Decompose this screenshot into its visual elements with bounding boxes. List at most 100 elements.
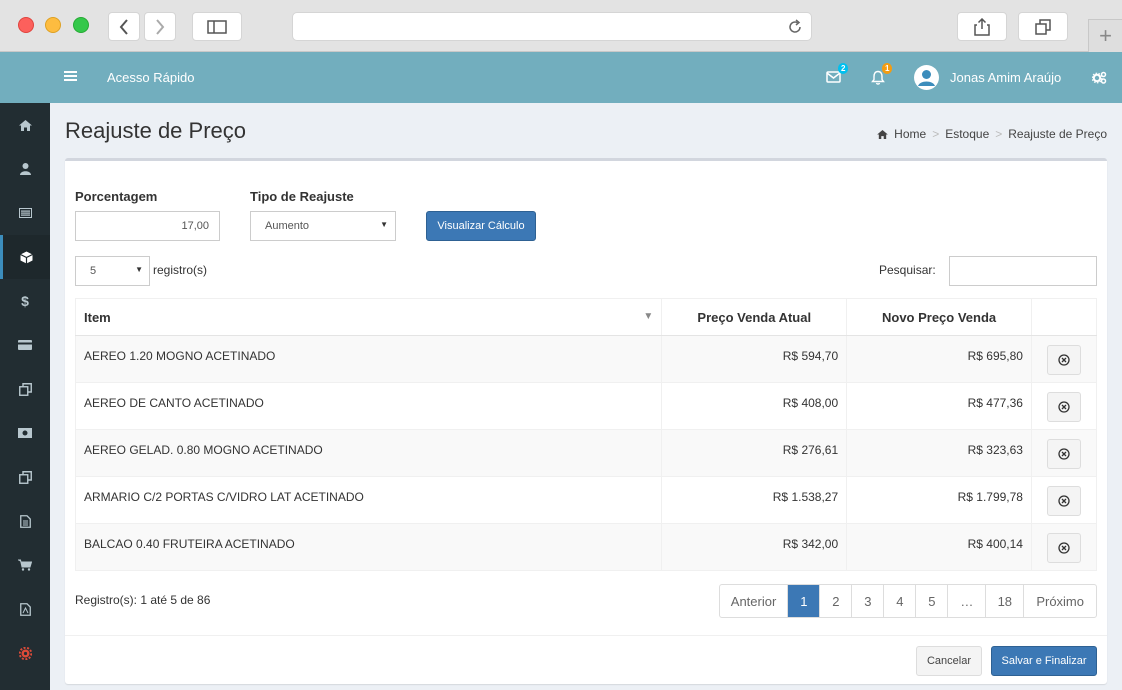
notifications-badge: 1 — [882, 63, 893, 74]
pagination-page-4[interactable]: 4 — [883, 585, 915, 617]
sidebar-item-finance[interactable]: $ — [0, 279, 50, 323]
items-table: Item ▼ Preço Venda Atual Novo Preço Vend… — [74, 298, 1098, 571]
sidebar-item-home[interactable] — [0, 103, 50, 147]
sidebar-item-list[interactable] — [0, 191, 50, 235]
user-icon — [19, 163, 31, 175]
sidebar-item-settings[interactable] — [0, 631, 50, 675]
adjustment-type-label: Tipo de Reajuste — [250, 189, 354, 204]
browser-forward-button[interactable] — [144, 12, 176, 41]
new-price: R$ 323,63 — [846, 429, 1032, 477]
close-circle-icon — [1058, 354, 1070, 366]
column-header-current-price[interactable]: Preço Venda Atual — [661, 298, 848, 336]
pagination-previous[interactable]: Anterior — [720, 585, 788, 617]
remove-row-button[interactable] — [1046, 345, 1081, 375]
sidebar-item-users[interactable] — [0, 147, 50, 191]
item-name: AEREO 1.20 MOGNO ACETINADO — [74, 335, 663, 383]
cancel-button[interactable]: Cancelar — [916, 646, 982, 676]
table-row: ARMARIO C/2 PORTAS C/VIDRO LAT ACETINADO… — [74, 476, 1098, 524]
tabs-icon — [1035, 18, 1051, 35]
sidebar-item-reports[interactable] — [0, 587, 50, 631]
sidebar-item-cards[interactable] — [0, 323, 50, 367]
avatar — [914, 65, 939, 90]
column-header-item[interactable]: Item ▼ — [74, 298, 663, 336]
address-bar[interactable] — [292, 12, 812, 41]
item-name: AEREO DE CANTO ACETINADO — [74, 382, 663, 430]
breadcrumb-home[interactable]: Home — [894, 127, 926, 141]
sidebar: $ — [0, 103, 50, 690]
dollar-icon: $ — [21, 293, 29, 309]
pagination-page-3[interactable]: 3 — [851, 585, 883, 617]
pdf-file-icon — [19, 602, 31, 616]
menu-toggle-button[interactable] — [64, 70, 77, 82]
sidebar-item-duplicate[interactable] — [0, 455, 50, 499]
search-input[interactable] — [949, 256, 1097, 286]
page-size-select[interactable]: 5 ▼ — [75, 256, 150, 286]
sidebar-item-stock[interactable] — [0, 235, 50, 279]
table-row: BALCAO 0.40 FRUTEIRA ACETINADO R$ 342,00… — [74, 523, 1098, 571]
hamburger-icon — [64, 71, 77, 81]
sidebar-item-money[interactable] — [0, 411, 50, 455]
save-finalize-button[interactable]: Salvar e Finalizar — [991, 646, 1097, 676]
sidebar-item-documents[interactable] — [0, 499, 50, 543]
item-name: AEREO GELAD. 0.80 MOGNO ACETINADO — [74, 429, 663, 477]
user-menu[interactable]: Jonas Amim Araújo — [914, 65, 1061, 90]
reload-icon[interactable] — [787, 19, 803, 35]
browser-back-button[interactable] — [108, 12, 140, 41]
cube-icon — [20, 251, 33, 263]
records-info: Registro(s): 1 até 5 de 86 — [75, 593, 211, 607]
list-icon — [18, 208, 32, 218]
table-row: AEREO GELAD. 0.80 MOGNO ACETINADO R$ 276… — [74, 429, 1098, 477]
actions-cell — [1030, 429, 1098, 477]
pagination-next[interactable]: Próximo — [1023, 585, 1096, 617]
chevron-left-icon — [119, 18, 128, 35]
sidebar-toggle-button[interactable] — [192, 12, 242, 41]
remove-row-button[interactable] — [1046, 439, 1081, 469]
actions-cell — [1030, 335, 1098, 383]
breadcrumb-separator: > — [995, 127, 1003, 141]
new-tab-button[interactable]: + — [1088, 19, 1122, 52]
settings-button[interactable] — [1092, 71, 1107, 84]
quick-access-link[interactable]: Acesso Rápido — [107, 70, 194, 85]
remove-row-button[interactable] — [1046, 533, 1081, 563]
percent-input[interactable]: 17,00 — [75, 211, 220, 241]
share-button[interactable] — [957, 12, 1007, 41]
breadcrumb-separator: > — [932, 127, 940, 141]
pagination-page-18[interactable]: 18 — [985, 585, 1023, 617]
breadcrumb-stock[interactable]: Estoque — [945, 127, 989, 141]
page-size-value: 5 — [90, 265, 97, 277]
copy-icon — [18, 382, 32, 396]
adjustment-type-select[interactable]: Aumento ▼ — [250, 211, 396, 241]
pagination-ellipsis: … — [947, 585, 985, 617]
sidebar-item-copy[interactable] — [0, 367, 50, 411]
window-minimize-button[interactable] — [45, 17, 61, 33]
current-price: R$ 1.538,27 — [661, 476, 848, 524]
actions-cell — [1030, 382, 1098, 430]
sidebar-icon — [207, 19, 227, 34]
window-close-button[interactable] — [18, 17, 34, 33]
sidebar-item-sales[interactable] — [0, 543, 50, 587]
view-calculation-button[interactable]: Visualizar Cálculo — [426, 211, 536, 241]
breadcrumb: Home > Estoque > Reajuste de Preço — [877, 127, 1107, 141]
current-price: R$ 594,70 — [661, 335, 848, 383]
pagination-page-2[interactable]: 2 — [819, 585, 851, 617]
chevron-right-icon — [156, 18, 165, 35]
current-price: R$ 342,00 — [661, 523, 848, 571]
gears-icon — [1092, 71, 1107, 84]
close-circle-icon — [1058, 542, 1070, 554]
new-price: R$ 400,14 — [846, 523, 1032, 571]
cog-icon — [18, 646, 32, 660]
remove-row-button[interactable] — [1046, 486, 1081, 516]
pagination-page-5[interactable]: 5 — [915, 585, 947, 617]
remove-row-button[interactable] — [1046, 392, 1081, 422]
column-header-actions — [1030, 298, 1098, 336]
price-adjustment-box: Porcentagem 17,00 Tipo de Reajuste Aumen… — [65, 158, 1107, 684]
column-header-new-price[interactable]: Novo Preço Venda — [846, 298, 1032, 336]
close-circle-icon — [1058, 448, 1070, 460]
window-maximize-button[interactable] — [73, 17, 89, 33]
tabs-button[interactable] — [1018, 12, 1068, 41]
caret-down-icon: ▼ — [135, 265, 143, 274]
new-price: R$ 477,36 — [846, 382, 1032, 430]
files-icon — [18, 470, 32, 484]
search-label: Pesquisar: — [879, 263, 936, 277]
pagination-page-1[interactable]: 1 — [787, 585, 820, 617]
